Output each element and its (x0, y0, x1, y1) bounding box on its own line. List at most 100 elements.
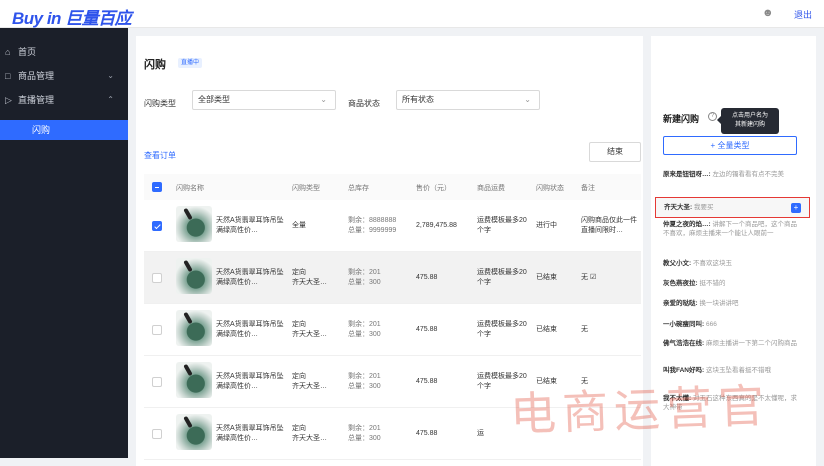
sidebar-item-flash-sale[interactable]: 闪购 (0, 120, 128, 140)
sidebar-item-products[interactable]: □ 商品管理 ⌄ (0, 66, 128, 86)
column-header: 总库存 (348, 185, 369, 192)
tooltip-line: 点击用户名为 (731, 113, 768, 119)
product-name: 天然A货翡翠耳饰吊坠满绿高性价… (216, 217, 284, 234)
comment-item[interactable]: 灰色燕夜拉: 挺不错的 (663, 279, 803, 288)
table-row[interactable]: 天然A货翡翠耳饰吊坠满绿高性价… 全量 剩余：8888888 总量：999999… (144, 200, 641, 252)
product-thumbnail (176, 258, 212, 294)
comment-user: 教父小文: (663, 260, 692, 267)
chevron-up-icon: ⌃ (107, 95, 114, 104)
add-full-type-button[interactable]: + 全量类型 (663, 136, 797, 155)
stock-total: 总量：300 (348, 331, 381, 338)
comment-user: 齐天大圣: (664, 204, 693, 211)
comment-text: 左边的镯看看有点不完美 (712, 171, 784, 178)
view-orders-link[interactable]: 查看订单 (144, 150, 176, 161)
note: 闪购商品仅此一件直播间限时… (581, 217, 637, 234)
sidebar-item-label: 首页 (18, 47, 37, 57)
type-filter-label: 闪购类型 (144, 99, 176, 108)
flash-type: 定向 (292, 425, 306, 432)
row-checkbox[interactable] (152, 325, 162, 335)
comment-text: 麻烦主播讲一下第二个闪购商品 (705, 340, 797, 347)
flash-type: 定向 (292, 321, 306, 328)
column-header: 闪购类型 (292, 185, 320, 192)
flash-type: 全量 (292, 222, 306, 229)
sidebar-item-home[interactable]: ⌂ 首页 (0, 42, 128, 62)
stock-left: 剩余：201 (348, 373, 381, 380)
comment-user: 原来是钮钮呀…: (663, 171, 711, 178)
chevron-down-icon: ⌄ (524, 95, 531, 104)
logout-link[interactable]: 退出 (794, 8, 812, 21)
price: 475.88 (416, 378, 438, 385)
comment-item-selected[interactable]: 齐天大圣: 我要买 + (655, 197, 810, 218)
note[interactable]: 无 ☑ (581, 273, 596, 283)
row-checkbox[interactable] (152, 221, 162, 231)
live-icon: ▷ (5, 95, 12, 105)
end-button[interactable]: 结束 (589, 142, 641, 162)
status-filter-label: 商品状态 (348, 99, 380, 108)
chevron-down-icon: ⌄ (107, 71, 114, 80)
type-filter-value: 全部类型 (198, 95, 230, 104)
stock-total: 总量：300 (348, 279, 381, 286)
target-user: 齐天大圣… (292, 279, 327, 286)
price: 2,789,475.88 (416, 222, 457, 229)
column-header: 闪购名称 (176, 185, 204, 192)
comment-item[interactable]: 亲爱的哒哒: 换一块讲讲吧 (663, 299, 803, 308)
stock-total: 总量：300 (348, 435, 381, 442)
column-header: 售价（元） (416, 185, 451, 192)
shipping: 运费模板最多20个字 (477, 269, 527, 286)
flash-status: 已结束 (536, 274, 557, 281)
product-name: 天然A货翡翠耳饰吊坠满绿高性价… (216, 373, 284, 390)
status-filter-value: 所有状态 (402, 95, 434, 104)
comment-user: 灰色燕夜拉: (663, 280, 698, 287)
help-icon[interactable]: ? (708, 112, 717, 121)
user-icon[interactable]: ☻ (762, 7, 774, 19)
shipping: 运费模板最多20个字 (477, 321, 527, 338)
target-user: 齐天大圣… (292, 435, 327, 442)
select-all-checkbox[interactable] (152, 182, 162, 192)
stock-total: 总量：300 (348, 383, 381, 390)
comment-item[interactable]: 教父小文: 不喜欢这块玉 (663, 259, 803, 268)
product-name: 天然A货翡翠耳饰吊坠满绿高性价… (216, 425, 284, 442)
note: 无 (581, 326, 588, 333)
stock-left: 剩余：8888888 (348, 217, 397, 224)
stock-left: 剩余：201 (348, 321, 381, 328)
comment-item[interactable]: 仲夏之夜的焰…: 讲解下一个商品吧，这个商品不喜欢，麻烦主播来一个能让人眼前一 (663, 220, 803, 238)
sidebar: ⌂ 首页 □ 商品管理 ⌄ ▷ 直播管理 ⌃ 闪购 (0, 28, 128, 458)
chevron-down-icon: ⌄ (320, 95, 327, 104)
stock-left: 剩余：201 (348, 269, 381, 276)
comment-user: 佛气浩浩在线: (663, 340, 705, 347)
comment-text: 换一块讲讲吧 (699, 300, 739, 307)
flash-status: 已结束 (536, 326, 557, 333)
comment-text: 我要买 (693, 204, 714, 211)
top-bar: Buy in 巨量百应 ☻ 退出 (0, 0, 824, 28)
comment-text: 666 (705, 321, 717, 328)
help-tooltip: 点击用户名为 其新建闪购 (717, 108, 779, 134)
flash-type: 定向 (292, 373, 306, 380)
add-icon[interactable]: + (791, 203, 801, 213)
product-thumbnail (176, 310, 212, 346)
column-header: 闪购状态 (536, 185, 564, 192)
stock-total: 总量：9999999 (348, 227, 397, 234)
sidebar-item-label: 闪购 (32, 125, 51, 135)
price: 475.88 (416, 430, 438, 437)
comment-text: 挺不错的 (699, 280, 726, 287)
comment-item[interactable]: 佛气浩浩在线: 麻烦主播讲一下第二个闪购商品 (663, 339, 803, 348)
comment-user: 亲爱的哒哒: (663, 300, 698, 307)
tooltip-line: 其新建闪购 (734, 122, 765, 128)
table-header: 闪购名称 闪购类型 总库存 售价（元） 商品运费 闪购状态 备注 (144, 174, 641, 200)
target-user: 齐天大圣… (292, 331, 327, 338)
comment-item[interactable]: 一小碗瘦同叫: 666 (663, 320, 803, 329)
comment-item[interactable]: 原来是钮钮呀…: 左边的镯看看有点不完美 (663, 170, 803, 179)
live-status-badge: 直播中 (178, 58, 203, 68)
row-checkbox[interactable] (152, 273, 162, 283)
type-filter-select[interactable]: 全部类型 ⌄ (192, 90, 336, 110)
sidebar-item-live[interactable]: ▷ 直播管理 ⌃ (0, 90, 128, 110)
price: 475.88 (416, 326, 438, 333)
row-checkbox[interactable] (152, 377, 162, 387)
brand-logo[interactable]: Buy in 巨量百应 (12, 4, 132, 29)
panel-title: 新建闪购 (663, 114, 700, 124)
status-filter-select[interactable]: 所有状态 ⌄ (396, 90, 540, 110)
row-checkbox[interactable] (152, 429, 162, 439)
table-row[interactable]: 天然A货翡翠耳饰吊坠满绿高性价… 定向 齐天大圣… 剩余：201 总量：300 … (144, 304, 641, 356)
table-row[interactable]: 天然A货翡翠耳饰吊坠满绿高性价… 定向 齐天大圣… 剩余：201 总量：300 … (144, 252, 641, 304)
product-name: 天然A货翡翠耳饰吊坠满绿高性价… (216, 321, 284, 338)
